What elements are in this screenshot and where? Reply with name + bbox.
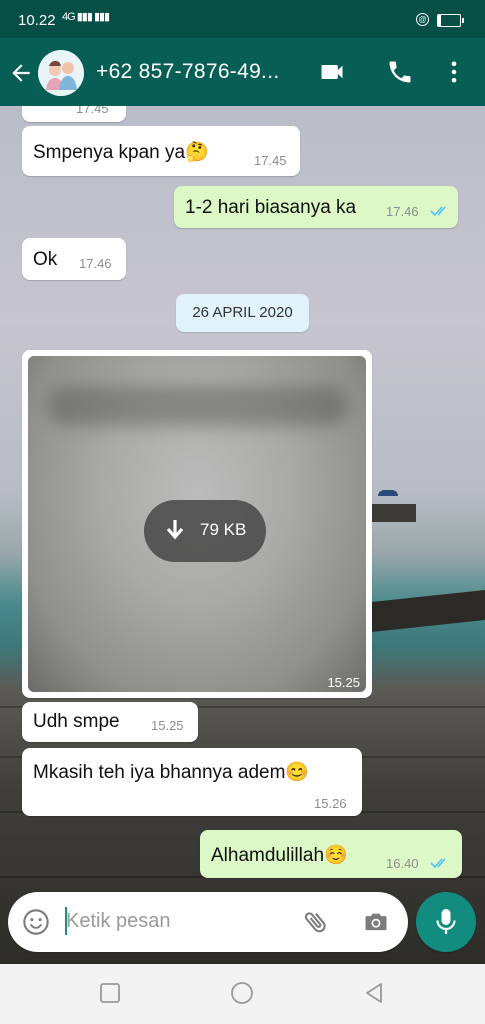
message-time: 16.40 — [386, 856, 419, 871]
date-separator: 26 APRIL 2020 — [176, 294, 309, 332]
read-receipt-icon — [430, 858, 446, 869]
download-icon — [166, 520, 184, 540]
image-thumbnail[interactable]: 79 KB — [28, 356, 366, 692]
more-vert-icon[interactable] — [440, 58, 468, 86]
video-call-icon[interactable] — [318, 58, 346, 86]
contact-name[interactable]: +62 857-7876-49... — [96, 60, 279, 84]
home-icon[interactable] — [230, 981, 254, 1005]
message-text: Mkasih teh iya bhannya adem😊 — [33, 762, 310, 783]
message-bubble-incoming[interactable]: Smpenya kpan ya🤔 17.45 — [22, 126, 300, 176]
read-receipt-icon — [430, 206, 446, 217]
phone-icon[interactable] — [386, 58, 414, 86]
wallpaper-umbrella — [378, 490, 398, 496]
message-input-bar: Ketik pesan — [8, 892, 408, 952]
chat-area[interactable]: 17.45 Smpenya kpan ya🤔 17.45 1-2 hari bi… — [0, 106, 485, 964]
emoji-icon[interactable] — [22, 908, 50, 936]
dnd-icon: @ — [416, 13, 429, 26]
message-time: 17.46 — [386, 204, 419, 219]
message-bubble-partial[interactable]: 17.45 — [22, 106, 126, 122]
wallpaper-pier — [372, 504, 416, 522]
status-bar: 10.22 4G ▮▮▮ ▮▮▮ @ — [0, 0, 485, 38]
signal-icon: 4G ▮▮▮ ▮▮▮ — [62, 11, 110, 23]
message-text: Alhamdulillah☺️ — [211, 845, 348, 866]
back-icon[interactable] — [362, 981, 386, 1005]
download-button[interactable]: 79 KB — [144, 500, 266, 562]
message-time: 15.25 — [327, 675, 360, 690]
message-text: Udh smpe — [33, 711, 120, 732]
battery-icon — [437, 14, 464, 27]
recent-apps-icon[interactable] — [98, 981, 122, 1005]
chat-header: +62 857-7876-49... — [0, 38, 485, 106]
message-text: 1-2 hari biasanya ka — [185, 197, 357, 218]
message-time: 15.26 — [314, 796, 347, 811]
wallpaper-railing — [372, 590, 485, 632]
message-text: Ok — [33, 249, 58, 270]
message-bubble-incoming[interactable]: Ok 17.46 — [22, 238, 126, 280]
message-input[interactable]: Ketik pesan — [66, 910, 171, 933]
message-time: 17.45 — [76, 106, 109, 116]
camera-icon[interactable] — [362, 908, 390, 936]
message-bubble-outgoing[interactable]: 1-2 hari biasanya ka 17.46 — [174, 186, 458, 228]
message-bubble-outgoing[interactable]: Alhamdulillah☺️ 16.40 — [200, 830, 462, 878]
attach-icon[interactable] — [302, 908, 330, 936]
message-time: 17.46 — [79, 256, 112, 271]
mic-icon — [436, 909, 456, 934]
message-time: 17.45 — [254, 153, 287, 168]
mic-button[interactable] — [416, 892, 476, 952]
message-text: Smpenya kpan ya🤔 — [33, 142, 209, 163]
back-arrow-icon[interactable] — [8, 60, 34, 86]
avatar[interactable] — [38, 50, 84, 96]
system-nav-bar — [0, 964, 485, 1024]
image-message[interactable]: 79 KB 15.25 — [22, 350, 372, 698]
message-bubble-incoming[interactable]: Mkasih teh iya bhannya adem😊 15.26 — [22, 748, 362, 816]
download-size: 79 KB — [200, 520, 247, 539]
message-time: 15.25 — [151, 718, 184, 733]
status-time: 10.22 — [18, 12, 56, 29]
message-bubble-incoming[interactable]: Udh smpe 15.25 — [22, 702, 198, 742]
